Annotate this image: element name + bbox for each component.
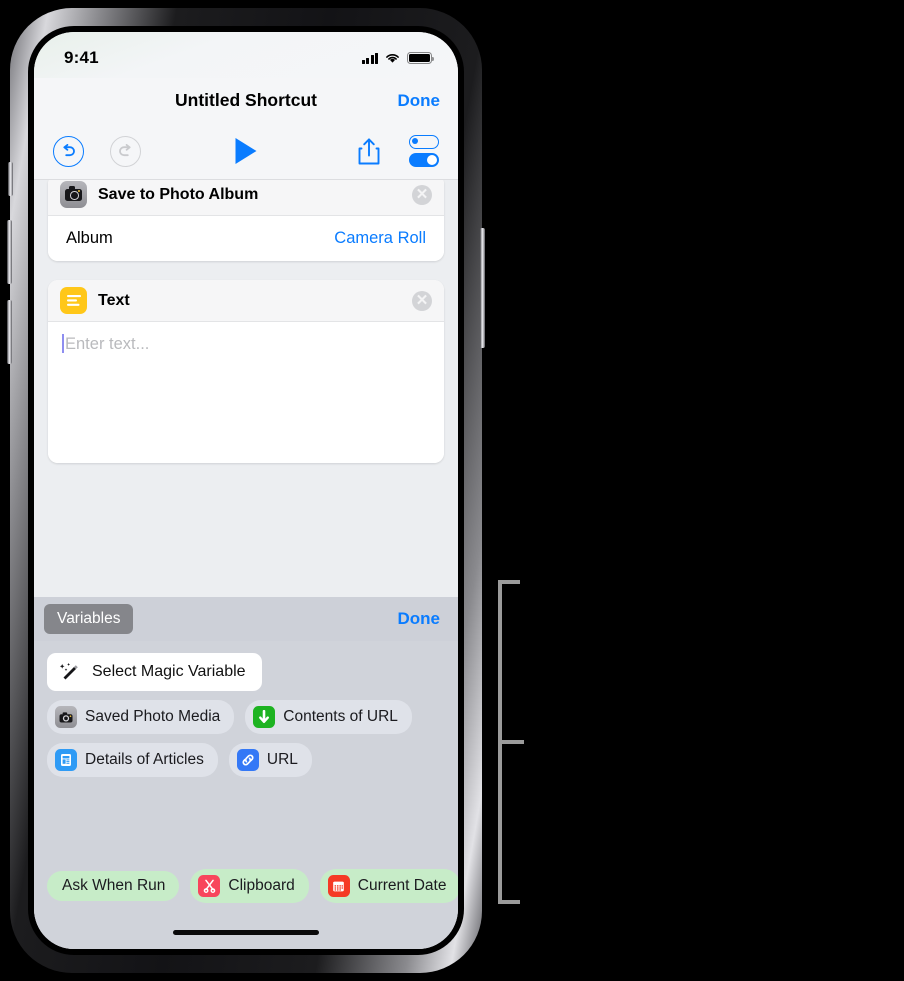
power-button[interactable] xyxy=(480,228,485,348)
volume-up-button[interactable] xyxy=(7,220,12,284)
magic-variable-pills: Saved Photo Media Contents of URL Detail… xyxy=(34,691,458,777)
iphone-device-frame: 9:41 Untitled Shortcut Done Save to Phot… xyxy=(7,8,485,973)
redo-button[interactable] xyxy=(110,135,141,167)
mute-switch[interactable] xyxy=(8,162,13,196)
action-header[interactable]: Text ✕ xyxy=(48,280,444,322)
link-icon xyxy=(236,749,259,771)
variable-label: Current Date xyxy=(357,877,447,894)
callout-bracket xyxy=(498,580,524,904)
variable-pill-saved-photo-media[interactable]: Saved Photo Media xyxy=(47,700,235,734)
text-lines-icon xyxy=(60,287,87,314)
calendar-icon xyxy=(327,875,350,897)
calendar-glyph xyxy=(333,881,345,891)
bracket-bottom-arm xyxy=(498,900,520,904)
share-button[interactable] xyxy=(357,137,381,166)
special-variable-pills: Ask When Run Clipboard Current Date xyxy=(47,869,458,903)
tab-variables[interactable]: Variables xyxy=(44,604,134,634)
settings-toggle-on-icon xyxy=(409,153,439,167)
variables-done-button[interactable]: Done xyxy=(398,609,441,629)
parameter-value[interactable]: Camera Roll xyxy=(334,229,426,248)
battery-icon xyxy=(407,52,435,64)
text-lines-glyph xyxy=(66,295,81,306)
camera-icon xyxy=(60,181,87,208)
variable-pill-contents-of-url[interactable]: Contents of URL xyxy=(245,700,412,734)
select-magic-variable-button[interactable]: Select Magic Variable xyxy=(47,653,262,691)
redo-icon xyxy=(119,143,131,156)
text-cursor xyxy=(62,334,64,353)
variable-label: Contents of URL xyxy=(283,708,398,725)
settings-toggles-icon xyxy=(409,135,439,149)
parameter-row-album[interactable]: Album Camera Roll xyxy=(48,216,444,261)
bracket-pointer-tick xyxy=(502,740,524,744)
variable-label: URL xyxy=(266,751,298,768)
text-placeholder: Enter text... xyxy=(65,335,150,353)
action-title: Text xyxy=(98,291,130,309)
magic-wand-icon xyxy=(59,663,78,680)
download-glyph xyxy=(259,710,270,723)
volume-down-button[interactable] xyxy=(7,300,12,364)
undo-button[interactable] xyxy=(53,135,84,167)
pill-row: Saved Photo Media Contents of URL xyxy=(47,700,445,734)
navigation-bar: Untitled Shortcut Done xyxy=(34,78,458,123)
document-icon xyxy=(55,749,77,771)
parameter-label: Album xyxy=(66,229,113,247)
magic-button-label: Select Magic Variable xyxy=(92,663,246,680)
action-header[interactable]: Save to Photo Album ✕ xyxy=(48,180,444,216)
variables-toolbar: Variables Done xyxy=(34,597,458,641)
variable-label: Ask When Run xyxy=(62,877,166,894)
action-card-save-to-photo-album[interactable]: Save to Photo Album ✕ Album Camera Roll xyxy=(48,180,444,261)
wifi-icon xyxy=(386,54,399,63)
camera-glyph xyxy=(59,711,73,722)
download-arrow-icon xyxy=(253,706,276,728)
variable-label: Clipboard xyxy=(228,877,295,894)
editor-toolbar xyxy=(34,123,458,180)
status-icons xyxy=(361,52,435,64)
variable-pill-clipboard[interactable]: Clipboard xyxy=(190,869,309,903)
play-icon xyxy=(235,138,257,164)
variable-label: Saved Photo Media xyxy=(85,708,221,725)
action-title: Save to Photo Album xyxy=(98,185,259,203)
scissors-glyph xyxy=(203,879,216,893)
page-title: Untitled Shortcut xyxy=(175,90,317,110)
nav-done-button[interactable]: Done xyxy=(398,91,441,111)
camera-icon xyxy=(55,706,77,728)
status-bar: 9:41 xyxy=(34,32,458,78)
status-time: 9:41 xyxy=(64,48,99,67)
remove-action-button[interactable]: ✕ xyxy=(412,290,432,311)
phone-screen: 9:41 Untitled Shortcut Done Save to Phot… xyxy=(34,32,458,949)
document-glyph xyxy=(61,754,71,766)
home-indicator[interactable] xyxy=(173,929,319,935)
scissors-icon xyxy=(198,875,221,897)
action-card-text[interactable]: Text ✕ Enter text... xyxy=(48,280,444,463)
pill-row: Details of Articles URL xyxy=(47,743,445,777)
variable-pill-details-of-articles[interactable]: Details of Articles xyxy=(47,743,218,777)
actions-scroll-area[interactable]: Save to Photo Album ✕ Album Camera Roll xyxy=(34,180,458,597)
run-shortcut-button[interactable] xyxy=(235,138,257,164)
variable-pill-url[interactable]: URL xyxy=(228,743,312,777)
variable-pill-ask-when-run[interactable]: Ask When Run xyxy=(47,871,180,901)
variables-panel: Variables Done Select Magic Variable Sav… xyxy=(34,597,458,949)
shortcut-settings-button[interactable] xyxy=(409,135,439,167)
variable-pill-current-date[interactable]: Current Date xyxy=(319,869,458,903)
variable-label: Details of Articles xyxy=(85,751,204,768)
remove-action-button[interactable]: ✕ xyxy=(412,184,432,205)
link-glyph xyxy=(242,754,254,766)
cellular-bars-icon xyxy=(361,52,378,64)
text-input-area[interactable]: Enter text... xyxy=(48,322,444,463)
bracket-top-arm xyxy=(498,580,520,584)
undo-icon xyxy=(63,143,75,156)
